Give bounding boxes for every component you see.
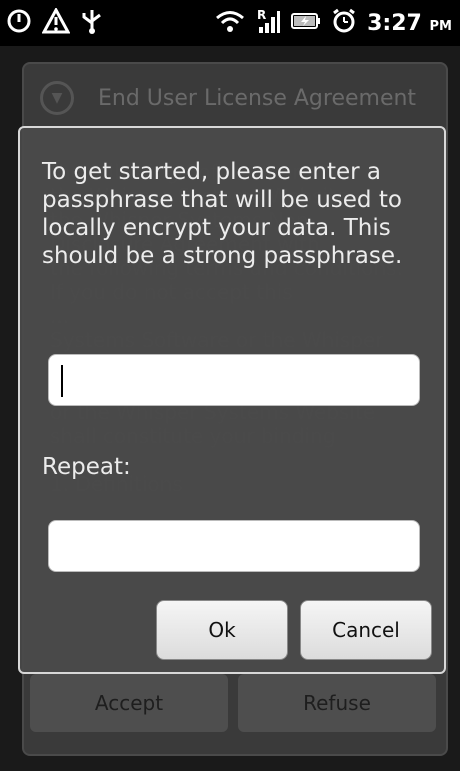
status-bar-left — [6, 6, 104, 40]
passphrase-input[interactable] — [49, 355, 419, 405]
alarm-icon — [331, 8, 357, 39]
refuse-button[interactable]: Refuse — [238, 674, 436, 732]
eula-title: End User License Agreement — [98, 85, 417, 111]
power-icon — [6, 8, 32, 39]
cancel-button[interactable]: Cancel — [300, 600, 432, 660]
repeat-passphrase-field[interactable] — [48, 520, 420, 572]
accept-button[interactable]: Accept — [30, 674, 228, 732]
ok-button[interactable]: Ok — [156, 600, 288, 660]
text-cursor — [61, 365, 63, 397]
warning-icon — [41, 6, 71, 39]
repeat-passphrase-input[interactable] — [49, 521, 419, 571]
battery-charging-icon — [291, 11, 321, 36]
chevron-down-icon: ▼ — [40, 81, 74, 115]
passphrase-dialog: To get started, please enter a passphras… — [18, 126, 446, 674]
eula-header: ▼ End User License Agreement — [22, 66, 442, 130]
clock: 3:27 PM — [367, 10, 452, 36]
wifi-icon — [215, 9, 245, 38]
eula-button-bar: Accept Refuse — [22, 668, 444, 738]
dialog-message: To get started, please enter a passphras… — [42, 159, 403, 269]
status-bar: R 3:27 PM — [0, 0, 460, 46]
status-bar-right: R 3:27 PM — [215, 6, 452, 40]
usb-icon — [80, 7, 104, 40]
repeat-label: Repeat: — [42, 454, 131, 480]
svg-text:R: R — [257, 8, 266, 22]
roaming-signal-icon: R — [255, 7, 281, 40]
passphrase-field[interactable] — [48, 354, 420, 406]
